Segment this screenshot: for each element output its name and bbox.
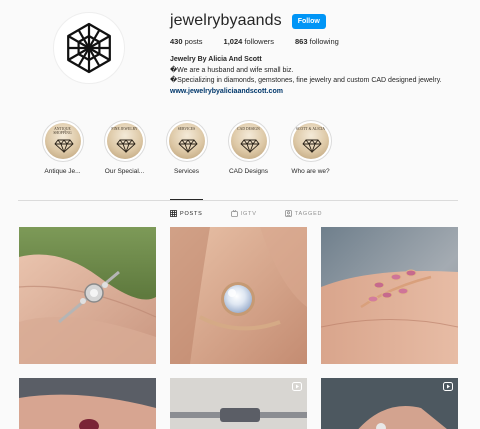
diamond-icon [53,139,74,153]
highlight-cover-text: SERVICES [177,127,196,131]
post-thumbnail[interactable] [170,227,307,364]
diamond-icon [115,139,136,153]
tag-icon [284,210,292,217]
profile-username: jewelrybyaands [170,12,282,29]
profile-stats: 430 posts 1,024 followers 863 following [170,37,476,46]
grid-icon [170,210,177,217]
highlight-label: Antique Je... [44,168,81,175]
post-image-moonstone-ring [170,227,307,364]
post-thumbnail[interactable] [19,227,156,364]
post-thumbnail[interactable] [19,378,156,429]
video-icon [292,382,302,391]
profile-bio: Jewelry By Alicia And Scott �We are a hu… [170,55,476,97]
highlight-antique[interactable]: ANTIQUE SHOPPING Antique Je... [32,120,93,175]
following-label: following [309,37,339,46]
highlight-cover-text: SCOTT & ALICIA [295,127,326,131]
highlight-services[interactable]: SERVICES Services [156,120,217,175]
profile-avatar[interactable] [53,12,125,84]
bio-line-2: �Specializing in diamonds, gemstones, fi… [170,77,442,84]
post-thumbnail[interactable] [170,378,307,429]
post-image-hand-ring [19,378,156,429]
tab-tagged[interactable]: TAGGED [284,200,323,217]
posts-stat: 430 posts [170,37,203,46]
highlight-cover: SCOTT & ALICIA [289,120,332,162]
bio-line-1: �We are a husband and wife small biz. [170,66,294,74]
profile-full-name: Jewelry By Alicia And Scott [170,56,262,63]
post-grid [19,227,458,429]
highlight-cover: ANTIQUE SHOPPING [41,120,84,162]
highlight-cover-text: FINE JEWELRY [111,127,138,131]
diamond-icon [301,139,322,153]
geometric-hexagon-logo-icon [67,22,111,74]
followers-label: followers [244,37,275,46]
post-image-ring-tool [170,378,307,429]
highlight-who-are-we[interactable]: SCOTT & ALICIA Who are we? [280,120,341,175]
video-icon [443,382,453,391]
post-image-silver-diamond-ring [19,227,156,364]
highlight-label: Services [174,168,199,175]
followers-stat[interactable]: 1,024 followers [224,37,274,46]
highlight-cover-text: CAD DESIGN [237,127,260,131]
diamond-icon [239,139,260,153]
post-image-pink-gem-ring [321,227,458,364]
highlight-cad-designs[interactable]: CAD DESIGN CAD Designs [218,120,279,175]
profile-info: jewelrybyaands Follow 430 posts 1,024 fo… [170,10,476,97]
highlight-label: Who are we? [291,168,330,175]
tab-igtv[interactable]: IGTV [230,200,257,217]
tab-posts-label: POSTS [180,210,203,217]
tab-igtv-label: IGTV [240,210,257,217]
follow-button[interactable]: Follow [291,13,326,29]
following-stat[interactable]: 863 following [295,37,339,46]
tab-posts[interactable]: POSTS [170,199,203,217]
diamond-icon [177,139,198,153]
highlight-cover-text: ANTIQUE SHOPPING [53,127,72,135]
profile-page: jewelrybyaands Follow 430 posts 1,024 fo… [0,0,480,429]
followers-count: 1,024 [223,37,243,46]
highlight-cover: CAD DESIGN [227,120,270,162]
profile-tabs: POSTS IGTV TAGGED [170,199,323,217]
tab-tagged-label: TAGGED [294,210,323,217]
highlight-specialties[interactable]: FINE JEWELRY Our Special... [94,120,155,175]
tv-icon [230,210,238,217]
highlight-cover: SERVICES [165,120,208,162]
following-count: 863 [295,37,308,46]
posts-count: 430 [170,37,183,46]
highlight-label: Our Special... [104,168,145,175]
post-thumbnail[interactable] [321,378,458,429]
posts-label: posts [184,37,203,46]
post-thumbnail[interactable] [321,227,458,364]
post-image-hand-rings [321,378,458,429]
highlight-label: CAD Designs [228,168,268,175]
story-highlights: ANTIQUE SHOPPING Antique Je... FINE JEWE… [32,120,342,175]
highlight-cover: FINE JEWELRY [103,120,146,162]
website-link[interactable]: www.jewelrybyaliciaandscott.com [170,87,476,98]
